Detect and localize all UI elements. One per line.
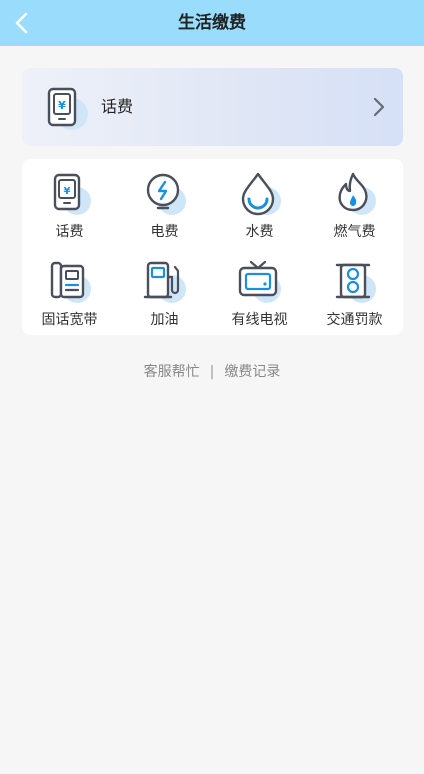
service-phone-bill[interactable]: ¥ 话费	[22, 163, 117, 243]
payment-records-link[interactable]: 缴费记录	[224, 361, 280, 381]
service-gas[interactable]: 燃气费	[307, 163, 402, 243]
svg-text:¥: ¥	[58, 99, 66, 112]
service-label: 交通罚款	[326, 312, 383, 328]
link-separator: |	[209, 364, 215, 380]
service-label: 电费	[150, 224, 179, 240]
svg-text:¥: ¥	[64, 186, 71, 197]
service-label: 加油	[150, 312, 179, 328]
service-label: 话费	[55, 224, 84, 240]
page-title: 生活缴费	[178, 13, 246, 33]
featured-phone-bill-card[interactable]: ¥ 话费	[22, 68, 403, 146]
service-label: 水费	[245, 224, 274, 240]
gas-flame-icon	[338, 172, 376, 215]
traffic-light-icon	[335, 263, 376, 303]
fuel-pump-icon	[143, 261, 186, 303]
service-label: 有线电视	[231, 312, 288, 328]
water-drop-icon	[241, 172, 281, 216]
tv-icon	[238, 260, 281, 303]
service-cable-tv[interactable]: 有线电视	[212, 251, 307, 331]
landline-icon	[50, 261, 91, 303]
services-grid: ¥ 话费 电费 水费 燃气费 固话宽带 加油 有线电视 交通罚款	[22, 159, 403, 335]
service-water[interactable]: 水费	[212, 163, 307, 243]
footer-links: 客服帮忙 | 缴费记录	[0, 361, 424, 381]
service-electricity[interactable]: 电费	[117, 163, 212, 243]
electricity-icon	[146, 173, 186, 215]
phone-bill-icon: ¥	[53, 173, 91, 215]
chevron-right-icon	[373, 97, 385, 117]
service-fuel[interactable]: 加油	[117, 251, 212, 331]
service-label: 燃气费	[333, 224, 376, 240]
phone-bill-icon: ¥	[47, 87, 88, 130]
service-traffic-fine[interactable]: 交通罚款	[307, 251, 402, 331]
service-landline[interactable]: 固话宽带	[22, 251, 117, 331]
service-help-link[interactable]: 客服帮忙	[144, 361, 200, 381]
featured-label: 话费	[101, 97, 134, 116]
header-bar: 生活缴费	[0, 0, 424, 46]
service-label: 固话宽带	[41, 312, 98, 328]
